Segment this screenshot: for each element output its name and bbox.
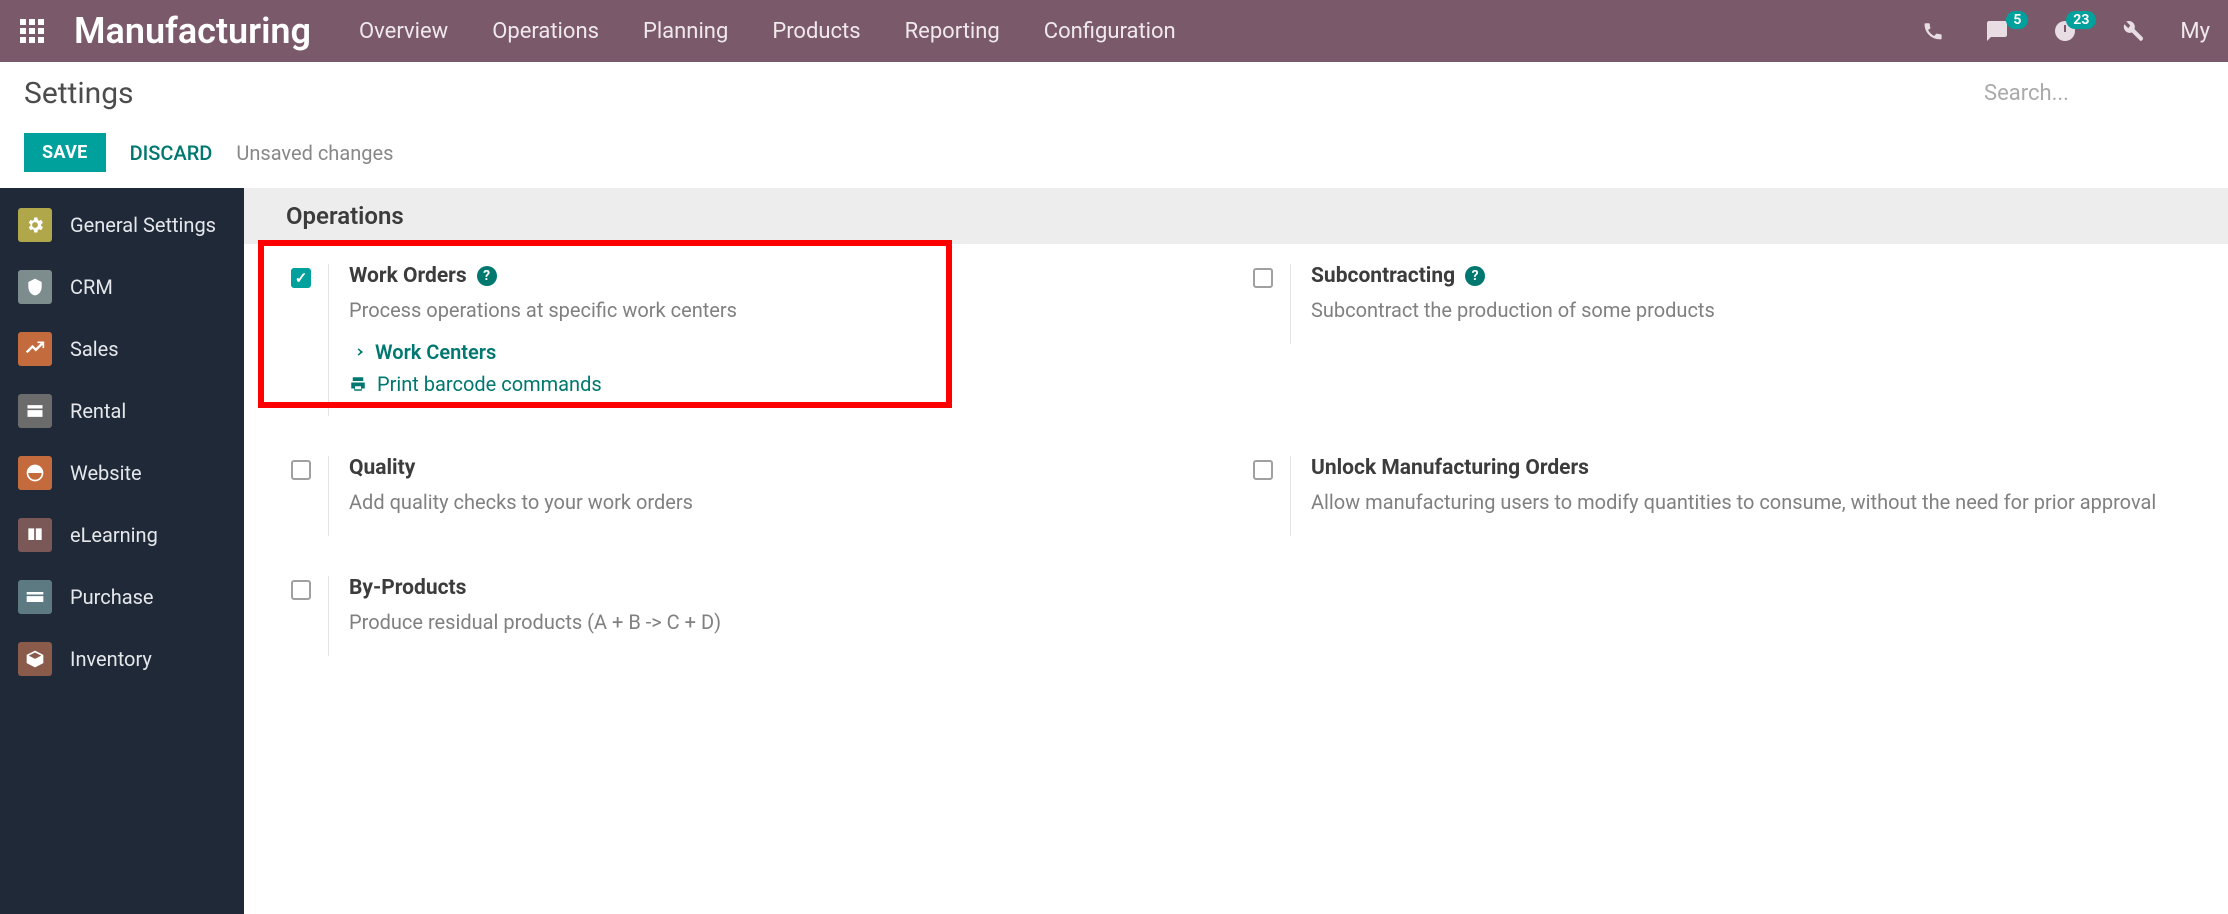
setting-unlock-mo: Unlock Manufacturing Orders Allow manufa… — [1236, 456, 2198, 536]
setting-description: Subcontract the production of some produ… — [1311, 296, 2198, 324]
nav-products[interactable]: Products — [772, 19, 860, 44]
user-menu[interactable]: My — [2180, 19, 2210, 44]
book-icon — [18, 518, 52, 552]
phone-icon[interactable] — [1916, 20, 1950, 42]
nav-overview[interactable]: Overview — [359, 19, 448, 44]
setting-description: Process operations at specific work cent… — [349, 296, 1236, 324]
help-icon[interactable]: ? — [477, 266, 497, 286]
sidebar-item-crm[interactable]: CRM — [0, 256, 244, 318]
help-icon[interactable]: ? — [1465, 266, 1485, 286]
nav-planning[interactable]: Planning — [643, 19, 728, 44]
chat-icon[interactable]: 5 — [1980, 19, 2014, 43]
nav-reporting[interactable]: Reporting — [905, 19, 1000, 44]
discard-button[interactable]: DISCARD — [130, 141, 213, 165]
setting-title-label: Quality — [349, 456, 415, 480]
page-header: Settings — [0, 62, 2228, 111]
settings-content: Operations Work Orders ? Process operati… — [244, 188, 2228, 914]
nav-operations[interactable]: Operations — [492, 19, 599, 44]
sidebar-item-label: Inventory — [70, 647, 152, 671]
unlock-mo-checkbox[interactable] — [1253, 460, 1273, 480]
sidebar-item-label: eLearning — [70, 523, 158, 547]
activity-badge: 23 — [2066, 11, 2096, 29]
search-input[interactable] — [1984, 81, 2204, 106]
globe-icon — [18, 456, 52, 490]
chat-badge: 5 — [2006, 11, 2028, 29]
work-orders-checkbox[interactable] — [291, 268, 311, 288]
sidebar-item-label: Sales — [70, 337, 119, 361]
card-icon — [18, 580, 52, 614]
settings-sidebar: General Settings CRM Sales Rental Websit… — [0, 188, 244, 914]
setting-title-label: Work Orders — [349, 264, 467, 288]
apps-launcher-icon[interactable] — [18, 17, 46, 45]
debug-icon[interactable] — [2116, 20, 2150, 42]
print-barcode-link[interactable]: Print barcode commands — [349, 372, 1236, 396]
chart-icon — [18, 332, 52, 366]
work-centers-link[interactable]: Work Centers — [349, 340, 1236, 364]
setting-subcontracting: Subcontracting ? Subcontract the product… — [1236, 264, 2198, 344]
sidebar-item-sales[interactable]: Sales — [0, 318, 244, 380]
by-products-checkbox[interactable] — [291, 580, 311, 600]
sidebar-item-label: General Settings — [70, 213, 216, 237]
quality-checkbox[interactable] — [291, 460, 311, 480]
setting-title-label: Unlock Manufacturing Orders — [1311, 456, 1589, 480]
setting-work-orders: Work Orders ? Process operations at spec… — [274, 264, 1236, 416]
setting-description: Allow manufacturing users to modify quan… — [1311, 488, 2198, 516]
handshake-icon — [18, 270, 52, 304]
top-nav-bar: Manufacturing Overview Operations Planni… — [0, 0, 2228, 62]
key-icon — [18, 394, 52, 428]
section-title: Operations — [244, 188, 2228, 244]
action-bar: SAVE DISCARD Unsaved changes — [0, 111, 2228, 188]
subcontracting-checkbox[interactable] — [1253, 268, 1273, 288]
sidebar-item-inventory[interactable]: Inventory — [0, 628, 244, 690]
setting-by-products: By-Products Produce residual products (A… — [274, 576, 1236, 656]
setting-title-label: By-Products — [349, 576, 466, 600]
arrow-right-icon — [349, 344, 365, 360]
app-brand: Manufacturing — [74, 10, 311, 52]
page-title: Settings — [24, 76, 134, 111]
sidebar-item-label: CRM — [70, 275, 113, 299]
gear-icon — [18, 208, 52, 242]
sidebar-item-rental[interactable]: Rental — [0, 380, 244, 442]
nav-configuration[interactable]: Configuration — [1044, 19, 1176, 44]
sidebar-item-label: Purchase — [70, 585, 154, 609]
box-icon — [18, 642, 52, 676]
sidebar-item-purchase[interactable]: Purchase — [0, 566, 244, 628]
sidebar-item-elearning[interactable]: eLearning — [0, 504, 244, 566]
activity-icon[interactable]: 23 — [2048, 19, 2082, 43]
print-icon — [349, 375, 367, 393]
sidebar-item-website[interactable]: Website — [0, 442, 244, 504]
setting-quality: Quality Add quality checks to your work … — [274, 456, 1236, 536]
setting-title-label: Subcontracting — [1311, 264, 1455, 288]
sidebar-item-label: Rental — [70, 399, 126, 423]
save-button[interactable]: SAVE — [24, 133, 106, 172]
setting-description: Add quality checks to your work orders — [349, 488, 1236, 516]
unsaved-status: Unsaved changes — [236, 141, 393, 165]
sidebar-item-general[interactable]: General Settings — [0, 194, 244, 256]
sidebar-item-label: Website — [70, 461, 142, 485]
setting-description: Produce residual products (A + B -> C + … — [349, 608, 1236, 636]
